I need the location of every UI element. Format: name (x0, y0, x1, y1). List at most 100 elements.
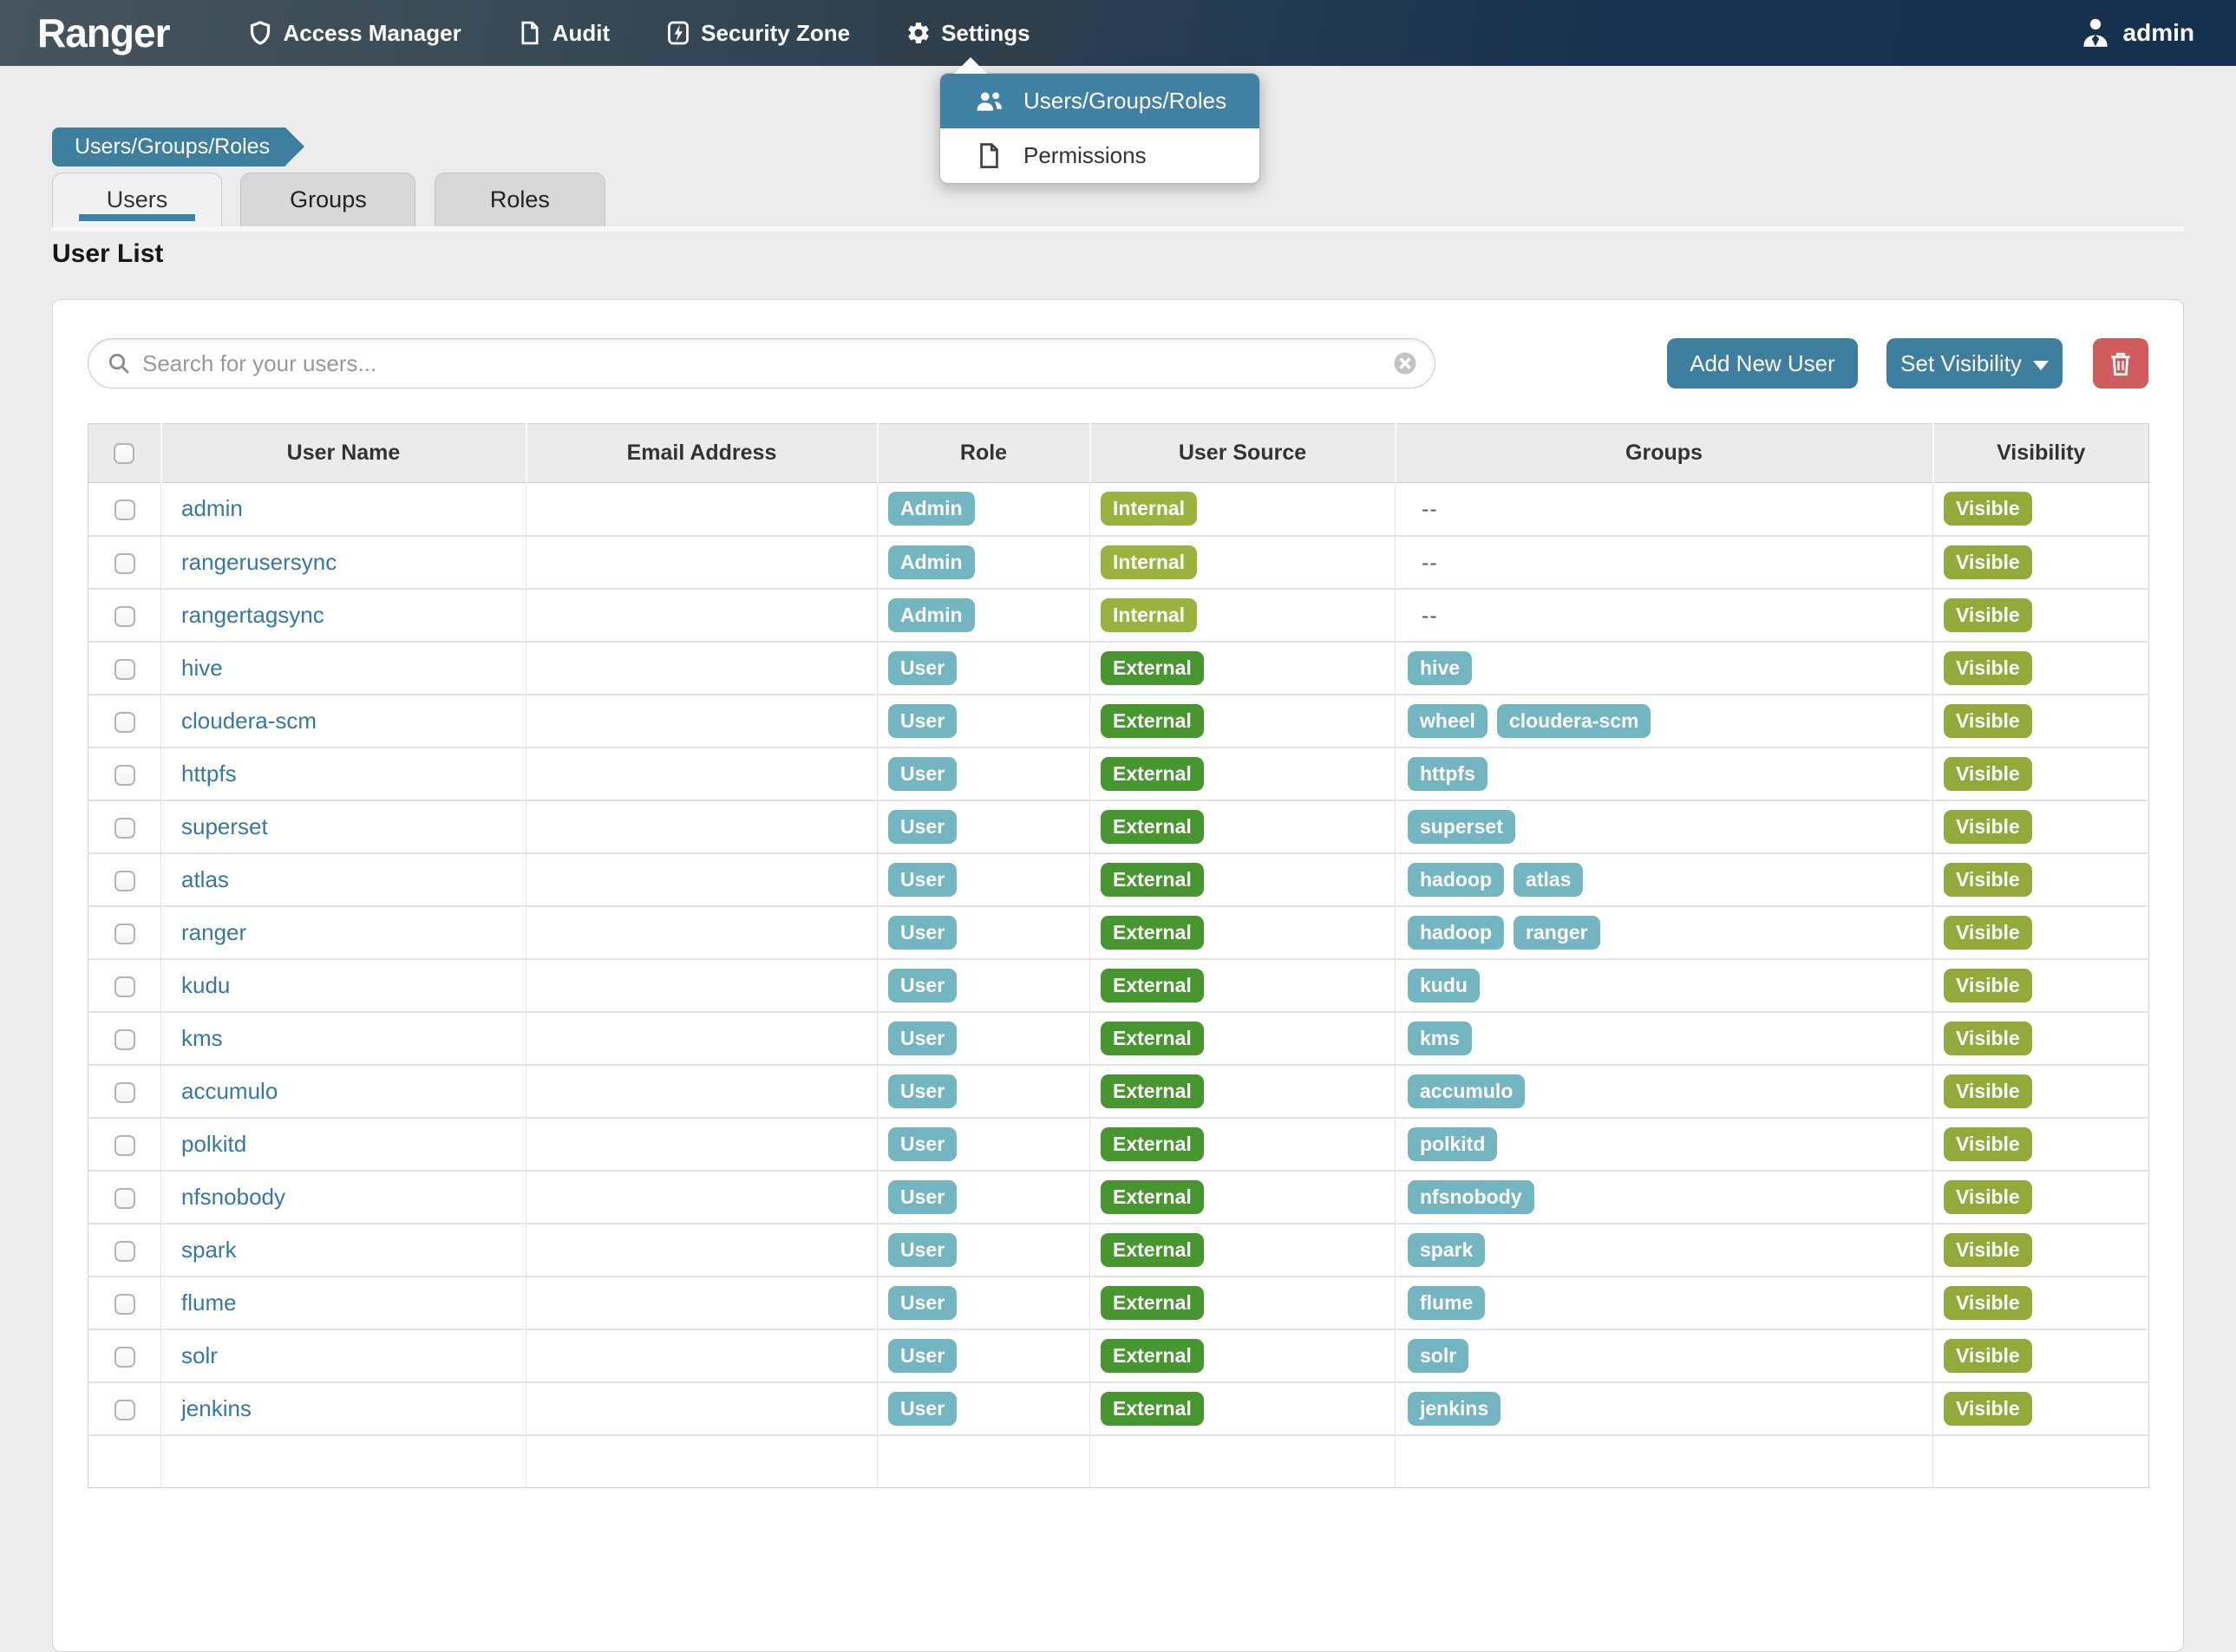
visibility-badge: Visible (1944, 598, 2032, 632)
user-name-link[interactable]: cloudera-scm (162, 708, 317, 734)
row-checkbox[interactable] (114, 818, 135, 839)
email-cell (526, 1329, 878, 1382)
group-badge: kudu (1408, 969, 1480, 1002)
source-badge: External (1101, 1180, 1204, 1214)
user-name-link[interactable]: kudu (162, 972, 230, 998)
user-menu-label: admin (2123, 19, 2194, 47)
search-input[interactable] (88, 338, 1435, 389)
table-header: User Name Email Address Role User Source… (88, 424, 2149, 483)
table-row: polkitd User External polkitd Visible (88, 1118, 2149, 1171)
group-badge: spark (1408, 1233, 1485, 1267)
email-cell (526, 748, 878, 800)
groups-cell (1396, 1435, 1933, 1488)
user-name-link[interactable]: httpfs (162, 761, 237, 787)
user-name-link[interactable]: hive (162, 655, 223, 681)
source-badge: External (1101, 757, 1204, 791)
user-name-link[interactable]: ranger (162, 919, 246, 945)
role-badge: User (888, 810, 957, 844)
groups-cell: httpfs (1396, 748, 1933, 800)
role-badge: User (888, 1127, 957, 1161)
delete-users-button[interactable] (2093, 338, 2148, 389)
settings-dropdown-menu: Users/Groups/Roles Permissions (939, 73, 1260, 184)
user-name-link[interactable]: admin (162, 495, 243, 521)
nav-item-settings[interactable]: Settings (878, 0, 1058, 66)
user-name-link[interactable]: accumulo (162, 1078, 278, 1104)
breadcrumb[interactable]: Users/Groups/Roles (52, 127, 285, 167)
user-name-link[interactable]: flume (162, 1290, 237, 1316)
user-name-link[interactable]: rangerusersync (162, 549, 337, 575)
ranger-logo[interactable]: Ranger (37, 10, 169, 56)
row-checkbox[interactable] (114, 606, 135, 627)
row-checkbox[interactable] (114, 553, 135, 574)
user-menu[interactable]: admin (2079, 0, 2194, 66)
user-name-link[interactable]: superset (162, 813, 268, 839)
source-badge: External (1101, 863, 1204, 897)
role-badge: User (888, 916, 957, 950)
row-checkbox[interactable] (114, 1294, 135, 1315)
source-badge: External (1101, 1392, 1204, 1426)
role-badge: Admin (888, 598, 975, 632)
select-all-cell (88, 424, 161, 483)
group-badge: hadoop (1408, 863, 1504, 897)
row-checkbox[interactable] (114, 1082, 135, 1103)
tab-groups[interactable]: Groups (240, 173, 415, 226)
groups-cell: spark (1396, 1224, 1933, 1277)
group-badge: ranger (1514, 916, 1600, 950)
select-all-checkbox[interactable] (114, 443, 134, 464)
row-checkbox[interactable] (114, 1241, 135, 1262)
row-checkbox[interactable] (114, 500, 135, 520)
nav-item-label: Access Manager (283, 20, 461, 47)
tab-users[interactable]: Users (52, 173, 222, 226)
table-row: kms User External kms Visible (88, 1012, 2149, 1065)
email-cell (526, 1118, 878, 1171)
user-name-link[interactable]: polkitd (162, 1131, 246, 1157)
groups-cell: polkitd (1396, 1118, 1933, 1171)
menu-item-permissions[interactable]: Permissions (940, 128, 1259, 183)
row-checkbox[interactable] (114, 1029, 135, 1050)
nav-item-access-manager[interactable]: Access Manager (219, 0, 488, 66)
nav-item-audit[interactable]: Audit (489, 0, 637, 66)
row-checkbox[interactable] (114, 1188, 135, 1209)
clear-search-icon[interactable] (1392, 350, 1418, 376)
email-cell (526, 906, 878, 959)
groups-cell: hive (1396, 642, 1933, 695)
user-name-link[interactable]: spark (162, 1237, 237, 1263)
email-cell (526, 536, 878, 589)
row-checkbox[interactable] (114, 1135, 135, 1156)
user-name-link[interactable]: kms (162, 1025, 223, 1051)
row-checkbox[interactable] (114, 1347, 135, 1368)
user-name-link[interactable]: solr (162, 1342, 218, 1368)
col-header-email: Email Address (526, 424, 878, 483)
groups-cell: kudu (1396, 959, 1933, 1012)
groups-cell: flume (1396, 1277, 1933, 1329)
source-badge: External (1101, 1339, 1204, 1373)
email-cell (526, 1171, 878, 1224)
row-checkbox[interactable] (114, 976, 135, 997)
row-checkbox[interactable] (114, 1400, 135, 1420)
row-checkbox[interactable] (114, 871, 135, 891)
row-checkbox[interactable] (114, 765, 135, 786)
tab-roles[interactable]: Roles (435, 173, 605, 226)
add-new-user-button[interactable]: Add New User (1667, 338, 1858, 389)
row-checkbox[interactable] (114, 659, 135, 680)
table-row: hive User External hive Visible (88, 642, 2149, 695)
groups-cell: kms (1396, 1012, 1933, 1065)
search-icon (107, 351, 131, 375)
user-name-link[interactable]: jenkins (162, 1395, 252, 1421)
main-menu: Access Manager Audit Security Zone Setti… (219, 0, 1057, 66)
visibility-badge: Visible (1944, 1233, 2032, 1267)
source-badge: External (1101, 1233, 1204, 1267)
visibility-badge: Visible (1944, 1339, 2032, 1373)
nav-item-security-zone[interactable]: Security Zone (637, 0, 878, 66)
row-checkbox[interactable] (114, 924, 135, 944)
role-badge: User (888, 704, 957, 738)
source-badge: External (1101, 1022, 1204, 1055)
user-name-link[interactable]: atlas (162, 866, 229, 892)
user-table: User Name Email Address Role User Source… (88, 423, 2149, 1488)
search-box (88, 338, 1435, 389)
set-visibility-button[interactable]: Set Visibility (1886, 338, 2063, 389)
row-checkbox[interactable] (114, 712, 135, 733)
menu-item-users-groups-roles[interactable]: Users/Groups/Roles (940, 74, 1259, 128)
user-name-link[interactable]: nfsnobody (162, 1184, 285, 1210)
user-name-link[interactable]: rangertagsync (162, 602, 324, 628)
